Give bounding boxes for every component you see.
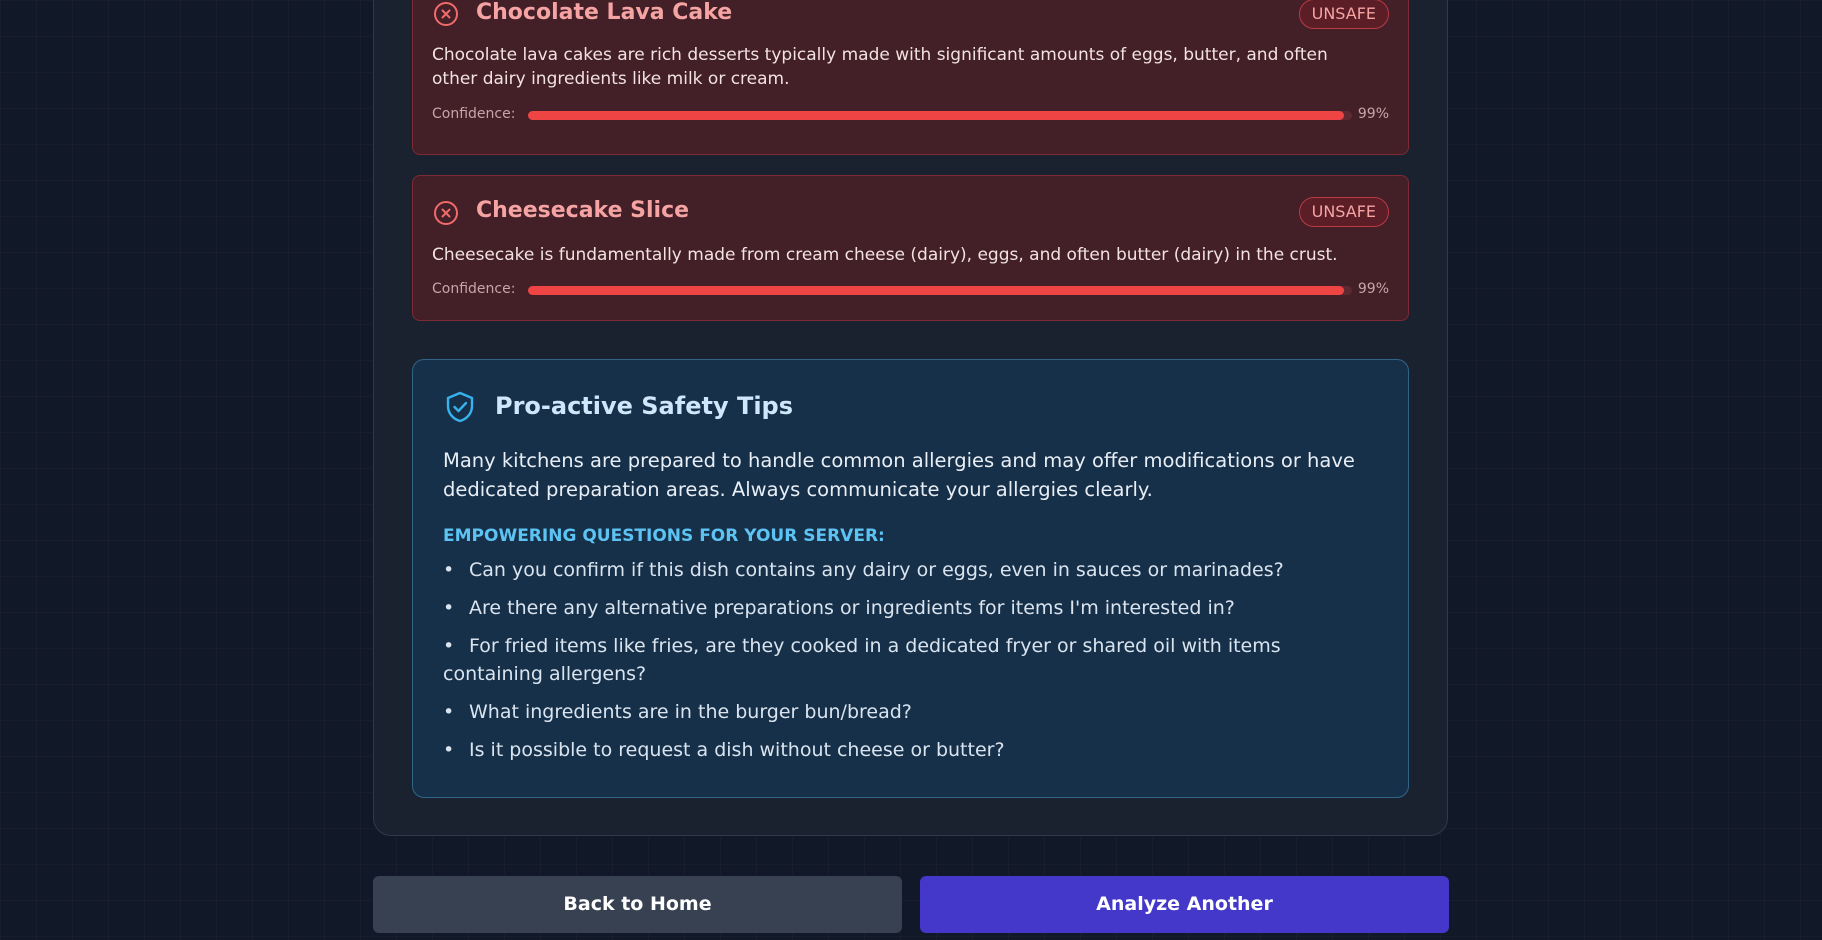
tips-intro: Many kitchens are prepared to handle com… [443, 449, 1355, 501]
question-item: • Can you confirm if this dish contains a… [443, 556, 1343, 584]
bullet: • [443, 597, 455, 619]
item-card: Chocolate Lava Cake UNSAFE Chocolate lav… [412, 0, 1409, 155]
item-description: Cheesecake is fundamentally made from cr… [432, 245, 1338, 265]
question-text: For fried items like fries, are they coo… [443, 635, 1281, 685]
item-name: Cheesecake Slice [476, 198, 690, 223]
x-circle-icon [434, 201, 458, 225]
safety-tips-card: Pro-active Safety Tips Many kitchens are… [412, 359, 1409, 798]
question-text: Can you confirm if this dish contains an… [469, 559, 1284, 581]
shield-check-icon [446, 391, 474, 423]
bullet: • [443, 701, 455, 723]
back-to-home-button[interactable]: Back to Home [373, 876, 902, 933]
questions-list: • Can you confirm if this dish contains a… [443, 556, 1343, 774]
analyze-another-button[interactable]: Analyze Another [920, 876, 1449, 933]
x-circle-icon [434, 2, 458, 26]
bullet: • [443, 559, 455, 581]
question-item: • Are there any alternative preparations … [443, 594, 1343, 622]
confidence-value: 99% [1357, 106, 1389, 122]
confidence-label: Confidence: [432, 106, 516, 122]
item-card: Cheesecake Slice UNSAFE Cheesecake is fu… [412, 175, 1409, 321]
confidence-bar [528, 286, 1352, 295]
question-item: • What ingredients are in the burger bun/… [443, 698, 1343, 726]
questions-heading: EMPOWERING QUESTIONS FOR YOUR SERVER: [443, 526, 885, 546]
question-text: Is it possible to request a dish without… [469, 739, 1005, 761]
question-text: Are there any alternative preparations o… [469, 597, 1235, 619]
item-description: Chocolate lava cakes are rich desserts t… [432, 45, 1328, 89]
bullet: • [443, 635, 455, 657]
tips-title: Pro-active Safety Tips [495, 392, 794, 420]
question-text: What ingredients are in the burger bun/b… [469, 701, 912, 723]
item-name: Chocolate Lava Cake [476, 0, 733, 25]
bullet: • [443, 739, 455, 761]
confidence-bar [528, 111, 1352, 120]
status-badge: UNSAFE [1298, 197, 1389, 227]
status-badge: UNSAFE [1298, 0, 1389, 29]
confidence-value: 99% [1357, 281, 1389, 297]
question-item: • Is it possible to request a dish withou… [443, 736, 1343, 764]
confidence-bar-fill [528, 286, 1344, 295]
confidence-bar-fill [528, 111, 1344, 120]
question-item: • For fried items like fries, are they co… [443, 632, 1343, 688]
confidence-label: Confidence: [432, 281, 516, 297]
